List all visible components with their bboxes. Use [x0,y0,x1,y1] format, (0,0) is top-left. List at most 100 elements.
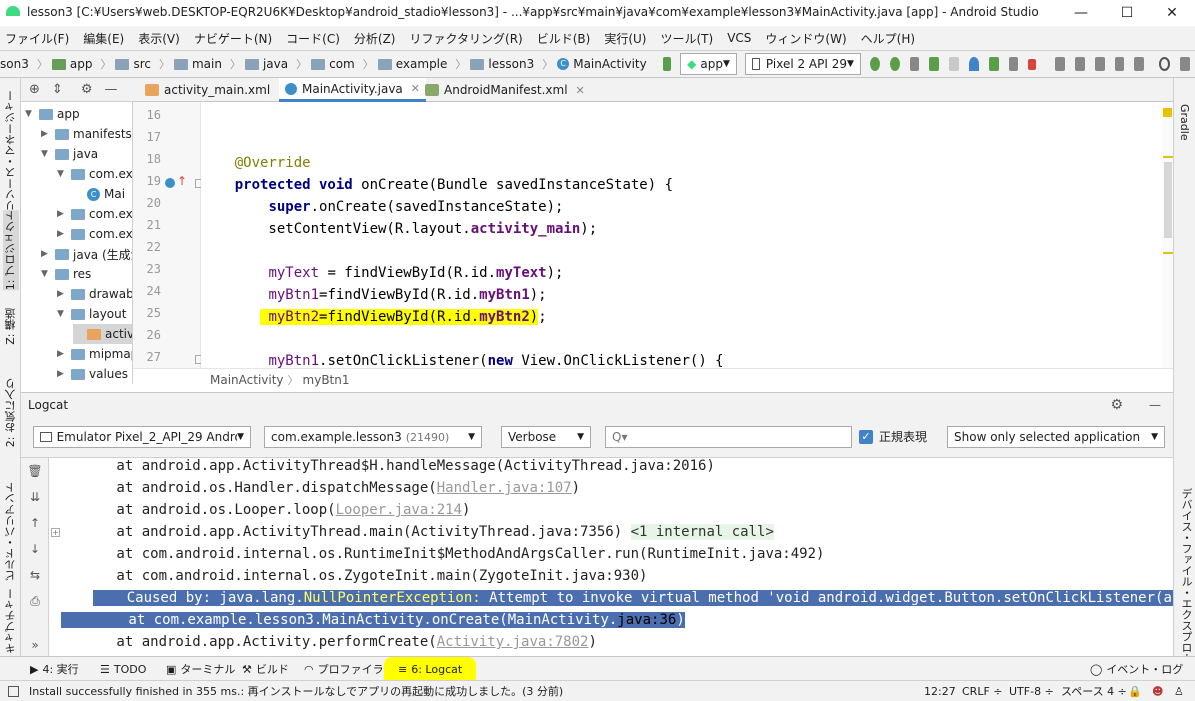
hide-icon[interactable]: — [104,82,117,97]
tree-item[interactable]: ▶ values [57,364,128,384]
tool-build-variants[interactable]: ビルド・バリアント [3,482,19,581]
line-separator[interactable]: CRLF ÷ [962,685,1003,698]
menu-analyze[interactable]: 分析(Z) [354,30,396,47]
tree-item[interactable]: ▶ manifests [41,124,132,144]
tab-activity-main[interactable]: activity_main.xml✕ [139,78,293,102]
attach-process-icon[interactable] [988,57,999,71]
search-icon[interactable] [1159,57,1171,71]
settings-icon[interactable] [1180,57,1191,71]
menu-refactor[interactable]: リファクタリング(R) [410,30,523,47]
regex-checkbox[interactable]: ✓ [859,429,873,444]
breadcrumb-class[interactable]: MainActivity [210,373,284,387]
breadcrumb-member[interactable]: myBtn1 [303,373,350,387]
down-arrow-icon[interactable]: ↓ [27,542,43,556]
attach-debugger-icon[interactable] [949,57,959,71]
avd-manager-icon[interactable] [1074,57,1085,71]
logcat-output[interactable]: at android.app.ActivityThread$H.handleMe… [49,458,1173,656]
lock-icon[interactable]: 🔒 [1128,685,1142,698]
sync-project-icon[interactable] [1055,57,1065,71]
tool-structure[interactable]: Z: 構造 [3,308,19,345]
minimize-button[interactable]: — [1058,0,1104,26]
crumb-example[interactable]: example [377,57,447,71]
expand-down-icon[interactable]: ▼ [57,309,67,319]
tool-event-log[interactable]: ◯ イベント・ログ [1090,657,1183,681]
folded-frames[interactable]: <1 internal call> [630,524,774,540]
inspector-icon[interactable]: ☻ [1152,685,1163,698]
tool-build[interactable]: ⚒ ビルド [242,657,289,681]
stop-icon[interactable] [1028,58,1037,70]
caret-position[interactable]: 12:27 [924,685,956,698]
menu-run[interactable]: 実行(U) [604,30,646,47]
maximize-button[interactable]: ☐ [1104,0,1150,26]
close-button[interactable]: ✕ [1149,0,1195,26]
log-link[interactable]: java:36 [617,612,677,628]
tree-item[interactable]: ▼ java [41,144,98,164]
hector-icon[interactable]: ♙ [1174,685,1184,698]
tool-favorites[interactable]: 2: お気に入り [3,378,19,447]
override-marker-icon[interactable] [165,178,175,188]
layout-inspector-icon[interactable] [1114,57,1125,71]
log-search-input[interactable]: Q▾ [605,426,852,448]
apply-code-changes-icon[interactable] [889,57,900,71]
expand-right-icon[interactable]: ▶ [57,209,67,219]
expand-down-icon[interactable]: ▼ [41,149,51,159]
close-icon[interactable]: ✕ [576,84,585,97]
gear-icon[interactable]: ⚙ [1110,397,1123,413]
expand-icon[interactable]: + [51,528,60,537]
menu-file[interactable]: ファイル(F) [5,30,69,47]
rerun-icon[interactable] [1008,57,1019,71]
tool-resource-manager[interactable]: リソース・マネージャー [3,90,19,211]
code-editor[interactable]: @Override protected void onCreate(Bundle… [201,102,1163,368]
menu-build[interactable]: ビルド(B) [537,30,591,47]
profile-icon[interactable] [968,57,979,71]
menu-code[interactable]: コード(C) [286,30,340,47]
device-select[interactable]: Emulator Pixel_2_API_29 Androi ▼ [33,426,251,448]
tree-item[interactable]: ▼ layout [57,304,126,324]
hide-icon[interactable]: — [1149,398,1161,412]
expand-down-icon[interactable]: ▼ [41,269,51,279]
toggle-tool-windows-icon[interactable] [8,685,19,697]
tree-item[interactable]: ▶ java (生成済 [41,244,132,264]
run-config-select[interactable]: ◆ app ▼ [680,53,737,75]
menu-edit[interactable]: 編集(E) [83,30,124,47]
indent-setting[interactable]: スペース 4 ÷ [1061,683,1127,699]
tree-item[interactable]: ▶ com.ex [57,224,132,244]
tree-item[interactable]: ▶ com.ex [57,204,132,224]
menu-view[interactable]: 表示(V) [138,30,180,47]
tool-terminal[interactable]: ▣ ターミナル [166,657,235,681]
locate-icon[interactable]: ⊕ [29,82,40,97]
crumb-main[interactable]: main [173,57,222,71]
expand-down-icon[interactable]: ▼ [57,169,67,179]
hammer-build-icon[interactable] [662,57,672,71]
filter-mode-select[interactable]: Show only selected application ▼ [947,426,1165,448]
tree-item[interactable]: ▶ drawab [57,284,132,304]
soft-wrap-icon[interactable]: ⇆ [27,568,43,582]
tab-mainactivity[interactable]: MainActivity.java ✕ [279,78,426,102]
tool-logcat[interactable]: ≡ 6: Logcat [384,657,477,681]
menu-help[interactable]: ヘルプ(H) [861,30,915,47]
more-icon[interactable]: » [27,638,43,652]
menu-vcs[interactable]: VCS [727,31,751,45]
file-encoding[interactable]: UTF-8 ÷ [1009,685,1054,698]
crumb-lesson3[interactable]: lesson3 [470,57,534,71]
trash-icon[interactable]: 🗑 [27,464,43,478]
tool-project[interactable]: 1: プロジェクト [3,210,19,291]
tree-item[interactable]: ▶ mipmap [57,344,132,364]
expand-right-icon[interactable]: ▶ [41,249,51,259]
crumb-mainactivity[interactable]: C MainActivity [557,57,647,71]
log-link[interactable]: Looper.java:214 [336,502,462,518]
scroll-thumb[interactable] [1164,162,1172,238]
expand-right-icon[interactable]: ▶ [57,349,67,359]
crumb-java[interactable]: java [244,57,288,71]
apply-changes-icon[interactable] [869,57,880,71]
tool-captures[interactable]: キャプチャー [3,588,19,654]
status-message[interactable]: Install successfully finished in 355 ms.… [29,683,563,699]
log-link[interactable]: Activity.java:7802 [437,634,589,650]
tree-item[interactable]: C Mai [73,184,125,204]
crumb-app[interactable]: app [51,57,92,71]
tool-gradle[interactable]: Gradle [1178,104,1191,141]
debug-icon[interactable] [929,57,940,71]
up-arrow-icon[interactable]: ↑ [177,174,187,188]
tree-item[interactable]: ▼ com.ex [57,164,132,184]
menu-navigate[interactable]: ナビゲート(N) [194,30,272,47]
